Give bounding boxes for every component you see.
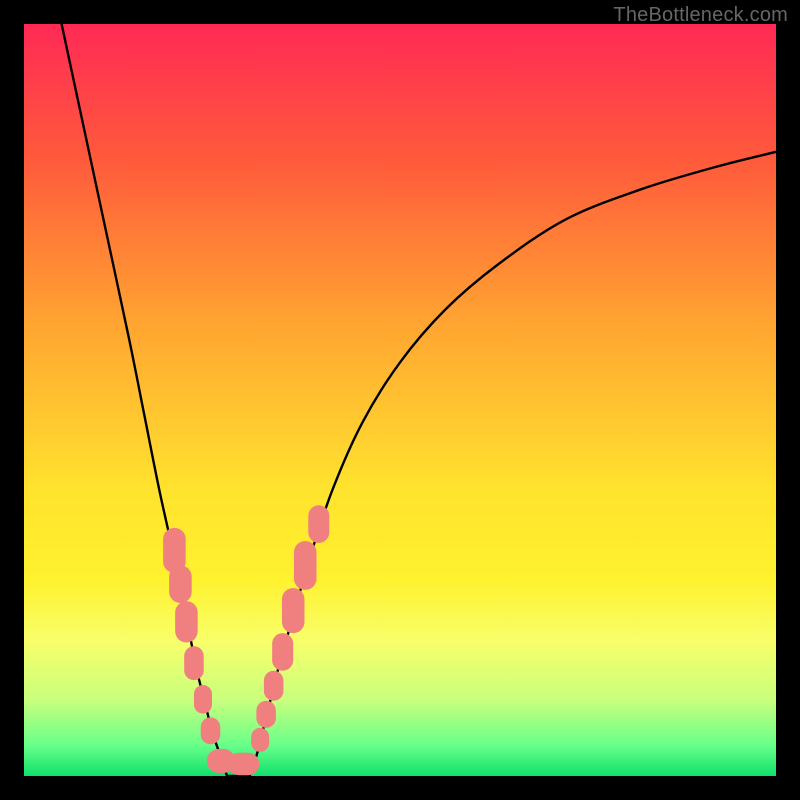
marker-pill (184, 646, 204, 680)
marker-pill (228, 753, 260, 776)
marker-pill (169, 565, 192, 603)
chart-frame: TheBottleneck.com (0, 0, 800, 800)
chart-background (24, 24, 776, 776)
chart-svg (24, 24, 776, 776)
marker-pill (264, 671, 284, 701)
marker-pill (201, 717, 221, 744)
marker-pill (256, 701, 276, 728)
marker-pill (194, 685, 212, 714)
marker-pill (308, 505, 329, 543)
marker-pill (175, 601, 198, 642)
marker-pill (272, 633, 293, 671)
marker-pill (282, 588, 305, 633)
chart-plot-area (24, 24, 776, 776)
marker-pill (294, 541, 317, 590)
marker-pill (251, 728, 269, 752)
